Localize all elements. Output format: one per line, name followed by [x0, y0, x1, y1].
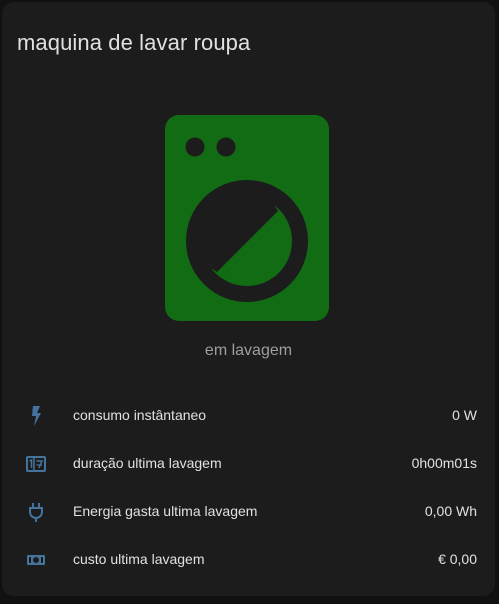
- entity-value: 0,00 Wh: [424, 503, 477, 519]
- entity-label: duração ultima lavagem: [73, 455, 222, 471]
- entity-row-custo[interactable]: custo ultima lavagem € 0,00: [2, 536, 495, 584]
- entity-label: custo ultima lavagem: [73, 551, 205, 567]
- cash-icon: [24, 548, 48, 572]
- card-title: maquina de lavar roupa: [17, 30, 251, 55]
- entities-list: consumo instântaneo 0 W duração ultima l…: [2, 392, 495, 584]
- entity-row-energia[interactable]: Energia gasta ultima lavagem 0,00 Wh: [2, 488, 495, 536]
- entity-row-duracao[interactable]: duração ultima lavagem 0h00m01s: [2, 440, 495, 488]
- washing-machine-card: maquina de lavar roupa em lavagem consum…: [2, 2, 495, 596]
- washing-machine-icon[interactable]: [165, 115, 329, 321]
- power-plug-icon: [24, 500, 48, 524]
- entity-label: Energia gasta ultima lavagem: [73, 503, 258, 519]
- state-label: em lavagem: [204, 342, 293, 359]
- entity-value: 0 W: [452, 407, 477, 423]
- timer-icon: [24, 452, 48, 476]
- entity-value: € 0,00: [438, 551, 477, 567]
- entity-row-consumo[interactable]: consumo instântaneo 0 W: [2, 392, 495, 440]
- entity-label: consumo instântaneo: [73, 407, 207, 423]
- flash-icon: [24, 404, 48, 428]
- entity-value: 0h00m01s: [411, 455, 477, 471]
